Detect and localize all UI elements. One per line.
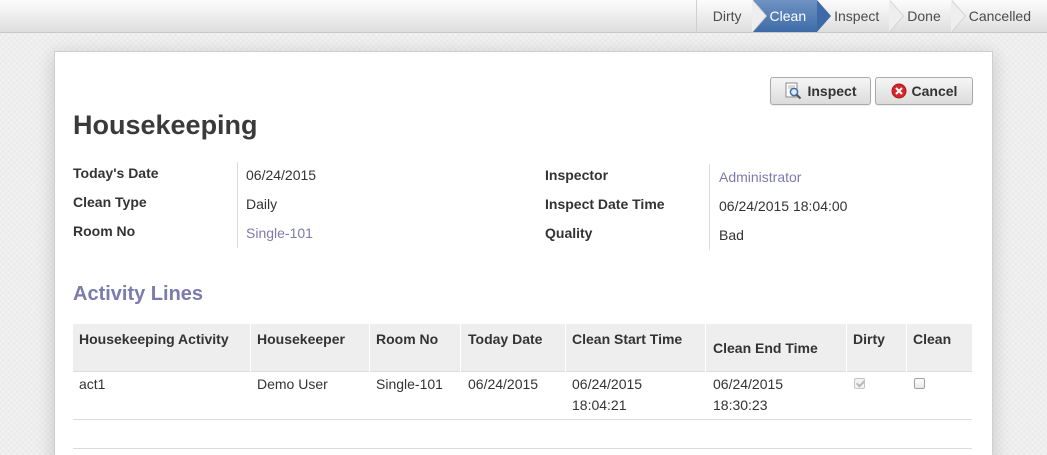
cancel-button-label: Cancel (911, 83, 958, 99)
column-header-clean-start-time[interactable]: Clean Start Time (572, 331, 682, 347)
table-row[interactable]: act1 Demo User Single-101 06/24/2015 06/… (73, 372, 972, 420)
stage-dirty[interactable]: Dirty (697, 0, 767, 32)
cell-housekeeper: Demo User (257, 376, 328, 392)
column-header-clean-end-time[interactable]: Clean End Time (713, 340, 818, 356)
cancel-button[interactable]: Cancel (875, 77, 973, 105)
header-divider (250, 324, 251, 372)
cell-clean-end-time: 06/24/2015 18:30:23 (713, 374, 783, 416)
header-divider (369, 324, 370, 372)
form-sheet: Inspect Cancel Housekeeping Today's Date… (54, 51, 993, 455)
clean-type-label: Clean Type (73, 194, 147, 210)
page-title: Housekeeping (73, 110, 258, 140)
cell-room-no: Single-101 (376, 376, 443, 392)
stage-arrow (889, 0, 905, 32)
cell-clean-start-time: 06/24/2015 18:04:21 (572, 374, 642, 416)
column-header-clean[interactable]: Clean (913, 331, 951, 347)
header-divider (460, 324, 461, 372)
stage-arrow (950, 0, 966, 32)
room-no-label: Room No (73, 223, 136, 239)
field-divider (709, 164, 710, 250)
stage-breadcrumb: Dirty Clean Inspect Done Cancelled (695, 0, 1047, 32)
dirty-checkbox (854, 378, 865, 389)
activity-lines-title: Activity Lines (73, 283, 204, 305)
column-header-activity[interactable]: Housekeeping Activity (79, 331, 229, 347)
cell-today-date: 06/24/2015 (468, 376, 539, 392)
stage-arrow (751, 0, 767, 32)
column-header-dirty[interactable]: Dirty (853, 331, 885, 347)
magnifier-document-icon (784, 82, 802, 100)
inspect-date-time-value: 06/24/2015 18:04:00 (719, 198, 848, 214)
room-no-link[interactable]: Single-101 (246, 225, 313, 241)
stage-label: Done (907, 8, 941, 24)
cell-clean-start-date-part: 06/24/2015 (572, 376, 643, 392)
stage-cancelled[interactable]: Cancelled (952, 0, 1047, 32)
inspector-label: Inspector (545, 167, 609, 183)
inspect-button-label: Inspect (807, 83, 857, 99)
inspector-link[interactable]: Administrator (719, 169, 801, 185)
inspect-date-time-label: Inspect Date Time (545, 196, 665, 212)
cancel-icon (891, 83, 907, 99)
quality-label: Quality (545, 225, 593, 241)
cell-clean-end-date-part: 06/24/2015 (713, 376, 784, 392)
status-bar: Dirty Clean Inspect Done Cancelled (0, 0, 1047, 33)
stage-arrow (817, 0, 832, 32)
column-header-room-no[interactable]: Room No (376, 331, 438, 347)
quality-value: Bad (719, 227, 744, 243)
stage-label: Dirty (712, 8, 742, 24)
column-header-housekeeper[interactable]: Housekeeper (257, 331, 345, 347)
stage-label: Cancelled (968, 8, 1031, 24)
cell-activity: act1 (79, 376, 106, 392)
activity-lines-table: Housekeeping Activity Housekeeper Room N… (73, 324, 972, 449)
todays-date-label: Today's Date (73, 165, 159, 181)
clean-type-value: Daily (246, 196, 278, 212)
header-divider (705, 324, 706, 372)
table-header: Housekeeping Activity Housekeeper Room N… (73, 324, 972, 372)
cell-clean-start-time-part: 18:04:21 (572, 397, 627, 413)
stage-label: Inspect (834, 8, 880, 24)
header-divider (565, 324, 566, 372)
todays-date-value: 06/24/2015 (246, 167, 317, 183)
header-divider (846, 324, 847, 372)
cell-clean-end-time-part: 18:30:23 (713, 397, 768, 413)
inspect-button[interactable]: Inspect (770, 77, 871, 105)
table-footer (73, 420, 972, 449)
field-divider (237, 162, 238, 248)
column-header-today-date[interactable]: Today Date (468, 331, 542, 347)
header-divider (906, 324, 907, 372)
clean-checkbox[interactable] (914, 378, 925, 389)
stage-label: Clean (769, 8, 807, 24)
